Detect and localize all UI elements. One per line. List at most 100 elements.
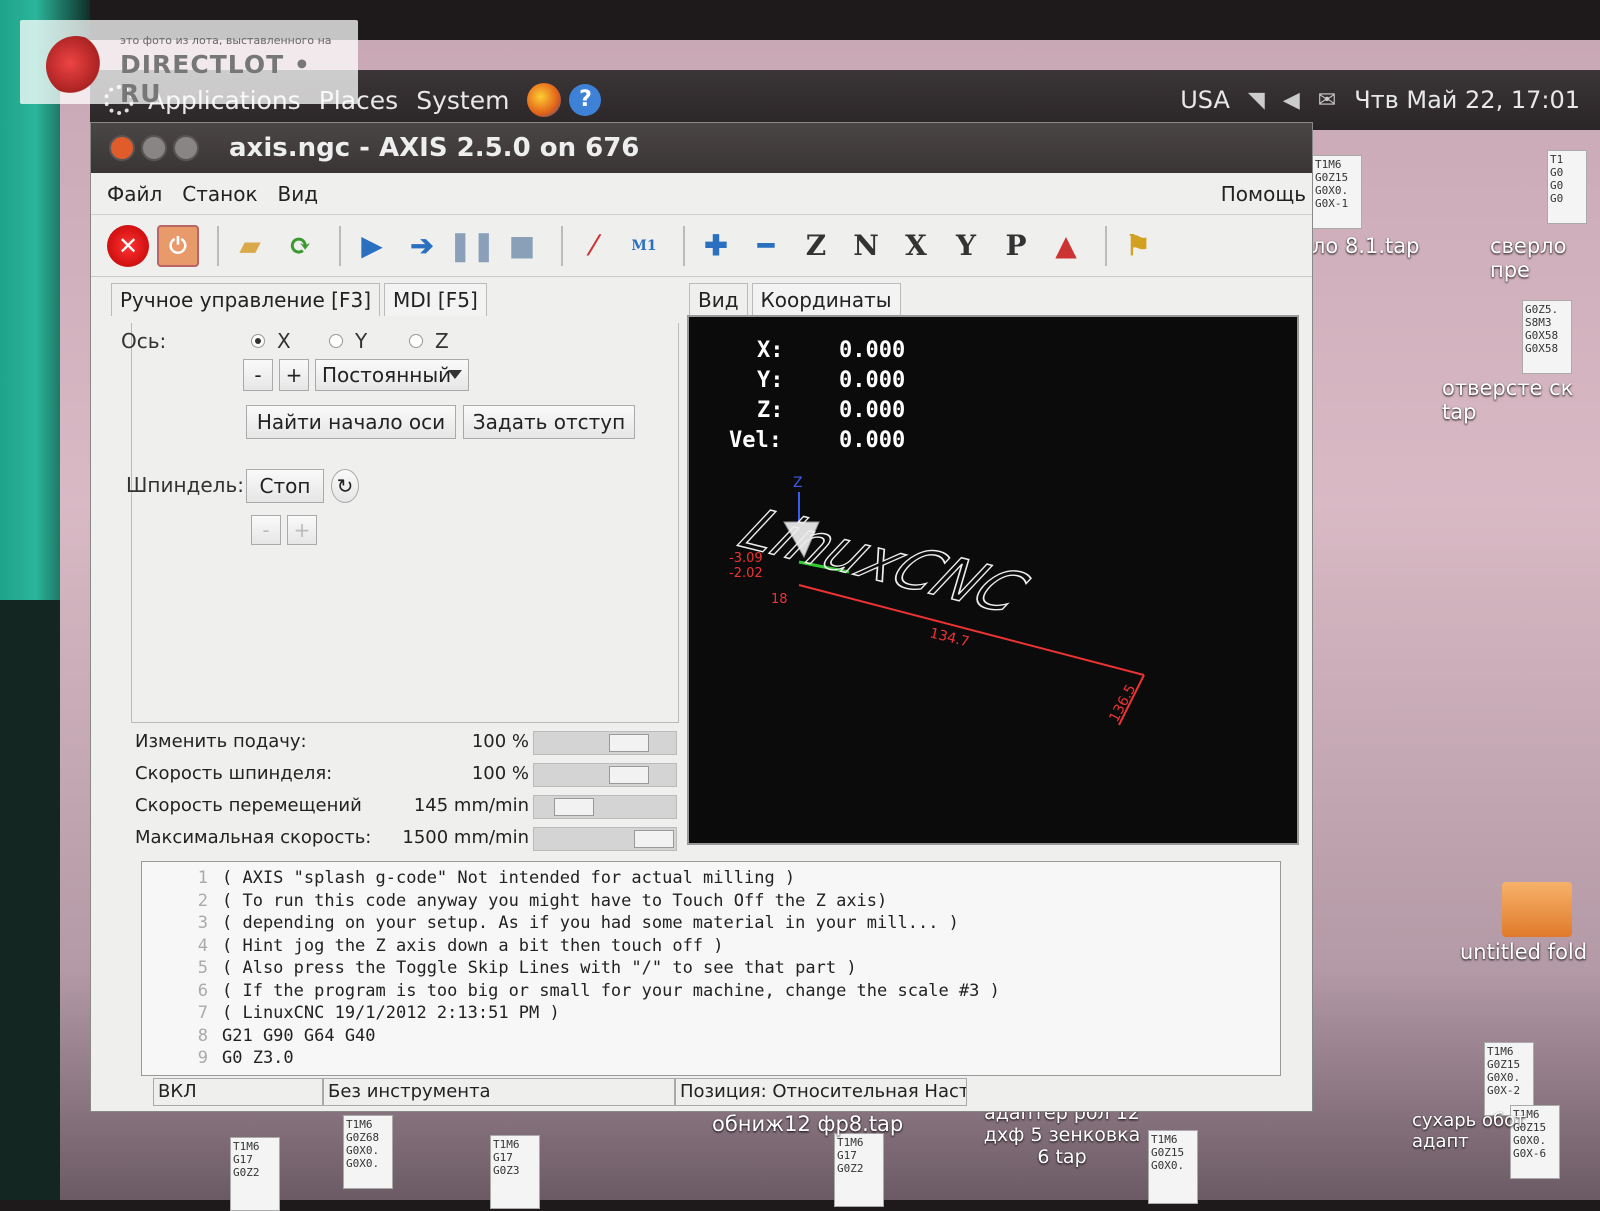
desktop-file-icon[interactable]: T1M6 G0Z68 G0X0. G0X0. (343, 1115, 393, 1189)
radio-axis-y[interactable]: Y (329, 329, 367, 353)
clock[interactable]: Чтв Май 22, 17:01 (1354, 86, 1580, 114)
jog-minus-button[interactable]: - (243, 359, 273, 391)
home-axis-button[interactable]: Найти начало оси (246, 405, 456, 439)
gcode-line[interactable]: 8 G21 G90 G64 G40 (142, 1026, 1280, 1049)
override-value: 100 % (471, 763, 529, 784)
desktop-file-icon[interactable]: T1M6 G0Z15 G0X0. G0X-1 (1312, 155, 1362, 229)
desktop-file-icon[interactable]: G0Z5. S8M3 G0X58 G0X58 (1522, 300, 1572, 374)
clear-plot-icon[interactable]: ⚑ (1117, 225, 1159, 267)
tab-mdi[interactable]: MDI [F5] (384, 283, 487, 316)
override-slider[interactable] (533, 827, 677, 851)
dro-z-label: Z: (757, 398, 784, 423)
override-slider[interactable] (533, 763, 677, 787)
menu-help[interactable]: Помощь (1221, 182, 1306, 206)
wifi-icon[interactable]: ◥ (1248, 88, 1265, 113)
override-slider[interactable] (533, 795, 677, 819)
desktop-label[interactable]: сухарь обот адапт (1412, 1110, 1562, 1152)
tool-path-preview[interactable]: X: 0.000 Y: 0.000 Z: 0.000 Vel: 0.000 Z … (687, 315, 1299, 845)
gcode-line[interactable]: 9 G0 Z3.0 (142, 1048, 1280, 1071)
tab-dro[interactable]: Координаты (751, 283, 901, 316)
spindle-forward-icon[interactable]: ↻ (331, 469, 359, 503)
volume-icon[interactable]: ◀ (1283, 88, 1300, 113)
optional-stop-icon[interactable]: M1 (623, 225, 665, 267)
close-window-icon[interactable] (109, 135, 135, 161)
desktop-label[interactable]: обниж12 фр8.tap (712, 1112, 903, 1136)
stop-icon[interactable]: ■ (501, 225, 543, 267)
menu-view[interactable]: Вид (278, 182, 319, 206)
spindle-label: Шпиндель: (126, 473, 244, 497)
slider-handle[interactable] (609, 766, 649, 784)
touch-off-button[interactable]: Задать отступ (463, 405, 635, 439)
line-number: 3 (197, 913, 208, 933)
step-icon[interactable]: ➔ (401, 225, 443, 267)
zoom-in-icon[interactable]: ✚ (695, 225, 737, 267)
gcode-line[interactable]: 1 ( AXIS "splash g-code" Not intended for… (142, 868, 1280, 891)
desktop-label[interactable]: untitled fold (1460, 940, 1587, 964)
line-number: 2 (197, 890, 208, 911)
dimension-y-label: 136.5 (1106, 682, 1139, 725)
view-z2-icon[interactable]: N (845, 225, 887, 267)
status-bar: ВКЛ Без инструмента Позиция: Относительн… (153, 1078, 1283, 1108)
desktop-label[interactable]: отверсте ск tap (1442, 376, 1592, 424)
menu-system[interactable]: System (416, 86, 509, 115)
override-row: Скорость шпинделя: 100 % (131, 761, 679, 791)
gcode-line[interactable]: 3 ( depending on your setup. As if you ha… (142, 913, 1280, 936)
menu-bar: Файл Станок Вид Помощь (91, 173, 1312, 215)
gcode-listing[interactable]: 1 ( AXIS "splash g-code" Not intended for… (141, 861, 1281, 1076)
menu-file[interactable]: Файл (107, 182, 162, 206)
radio-axis-z[interactable]: Z (409, 329, 449, 353)
desktop-file-icon[interactable]: T1M6 G17 G0Z3 (490, 1135, 540, 1209)
spindle-faster-button[interactable]: + (287, 515, 317, 545)
open-file-icon[interactable]: ▰ (229, 225, 271, 267)
slider-handle[interactable] (609, 734, 649, 752)
minimize-window-icon[interactable] (141, 135, 167, 161)
line-number: 1 (197, 868, 208, 888)
run-icon[interactable]: ▶ (351, 225, 393, 267)
mail-icon[interactable]: ✉ (1318, 88, 1336, 113)
jog-mode-select[interactable]: Постоянный (315, 359, 469, 391)
pause-icon[interactable]: ❚❚ (449, 225, 496, 267)
desktop-file-icon[interactable]: T1M6 G17 G0Z2 (834, 1133, 884, 1207)
estop-icon[interactable]: ✕ (107, 224, 149, 267)
power-icon[interactable]: ⏻ (157, 224, 199, 267)
tab-preview[interactable]: Вид (689, 283, 748, 316)
gcode-line[interactable]: 7 ( LinuxCNC 19/1/2012 2:13:51 PM ) (142, 1003, 1280, 1026)
maximize-window-icon[interactable] (173, 135, 199, 161)
desktop-file-icon[interactable]: T1M6 G0Z15 G0X0. (1148, 1130, 1198, 1204)
view-z-icon[interactable]: Z (795, 225, 837, 267)
gcode-line[interactable]: 2 ( To run this code anyway you might hav… (142, 891, 1280, 914)
spindle-slower-button[interactable]: - (251, 515, 281, 545)
slider-handle[interactable] (554, 798, 594, 816)
override-value: 1500 mm/min (402, 827, 529, 848)
zoom-out-icon[interactable]: ━ (745, 225, 787, 267)
firefox-icon[interactable] (527, 83, 562, 117)
gcode-line[interactable]: 5 ( Also press the Toggle Skip Lines with… (142, 958, 1280, 981)
menu-machine[interactable]: Станок (182, 182, 257, 206)
desktop-file-icon[interactable]: T1 G0 G0 G0 (1547, 150, 1587, 224)
rotate-icon[interactable]: ▲ (1045, 225, 1087, 267)
view-p-icon[interactable]: P (995, 225, 1037, 267)
radio-axis-x[interactable]: X (251, 329, 291, 353)
view-y-icon[interactable]: Y (945, 225, 987, 267)
spindle-stop-button[interactable]: Стоп (246, 469, 324, 503)
override-value: 100 % (471, 731, 529, 752)
line-number: 8 (197, 1025, 208, 1046)
slider-handle[interactable] (634, 830, 674, 848)
help-icon[interactable]: ? (569, 84, 602, 116)
toolbar-separator (217, 225, 219, 266)
gcode-line[interactable]: 6 ( If the program is too big or small fo… (142, 981, 1280, 1004)
keyboard-layout[interactable]: USA (1180, 86, 1230, 114)
axis-label: Ось: (121, 329, 167, 353)
desktop-label[interactable]: сверло пре (1490, 234, 1600, 282)
tab-manual[interactable]: Ручное управление [F3] (111, 283, 380, 316)
toolbar-separator (1105, 225, 1107, 266)
gcode-line[interactable]: 4 ( Hint jog the Z axis down a bit then t… (142, 936, 1280, 959)
folder-icon[interactable] (1502, 882, 1572, 937)
reload-icon[interactable]: ⟳ (279, 225, 321, 267)
view-x-icon[interactable]: X (895, 225, 937, 267)
desktop-label[interactable]: ло 8.1.tap (1312, 234, 1419, 258)
block-delete-icon[interactable]: ⁄ (573, 225, 615, 267)
jog-plus-button[interactable]: + (279, 359, 309, 391)
override-slider[interactable] (533, 731, 677, 755)
dro-y-value: 0.000 (839, 368, 905, 393)
